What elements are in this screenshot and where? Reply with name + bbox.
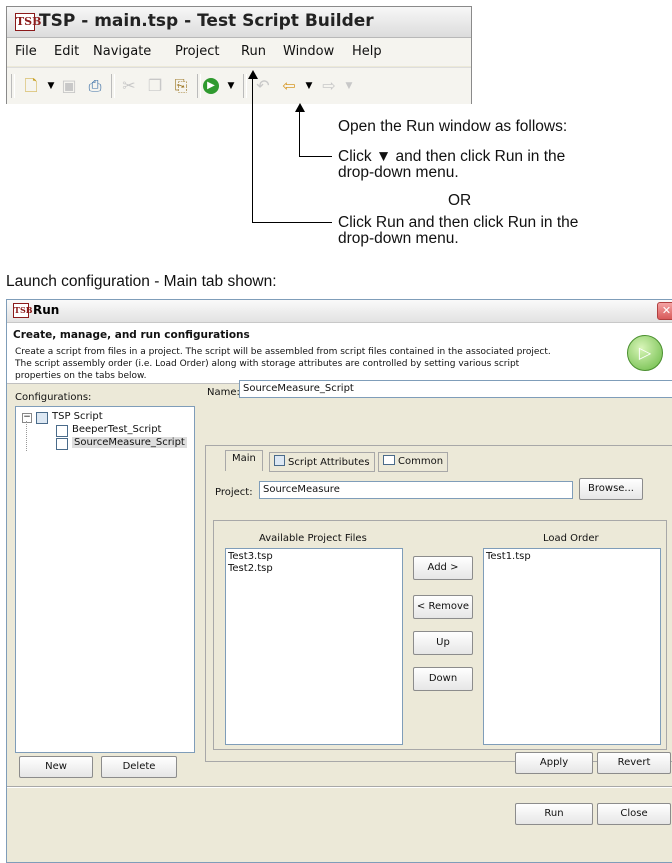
- annotation-or: OR: [448, 192, 472, 209]
- delete-button[interactable]: Delete: [101, 756, 177, 778]
- run-banner-icon: ▷: [627, 335, 663, 371]
- dialog-title: Run: [33, 303, 60, 317]
- apply-button[interactable]: Apply: [515, 752, 593, 774]
- project-field[interactable]: SourceMeasure: [259, 481, 573, 499]
- menu-project[interactable]: Project: [175, 44, 219, 59]
- dialog-title-bar: TSB Run ✕: [7, 300, 672, 323]
- script-attributes-icon: [274, 455, 285, 466]
- close-button[interactable]: Close: [597, 803, 671, 825]
- tree-item-beepertest[interactable]: BeeperTest_Script: [72, 424, 161, 435]
- tab-main-label: Main: [232, 453, 256, 464]
- forward-dropdown-icon[interactable]: ▼: [339, 76, 359, 96]
- callout-line-run-dropdown-h: [299, 156, 332, 157]
- remove-button[interactable]: < Remove: [413, 595, 473, 619]
- menu-bar: File Edit Navigate Project Run Window He…: [7, 38, 471, 66]
- tree-line: [26, 421, 27, 451]
- project-value: SourceMeasure: [263, 484, 340, 495]
- callout-line-run-dropdown: [299, 111, 300, 157]
- tab-common[interactable]: Common: [378, 452, 449, 472]
- menu-navigate[interactable]: Navigate: [93, 44, 151, 59]
- arrowhead-run-dropdown: [295, 103, 305, 112]
- new-file-icon[interactable]: 🗋: [21, 76, 41, 96]
- collapse-icon[interactable]: −: [22, 413, 32, 423]
- menu-help[interactable]: Help: [352, 44, 382, 59]
- toolbar-separator: [197, 74, 201, 98]
- close-icon[interactable]: ✕: [657, 302, 672, 320]
- configurations-label: Configurations:: [15, 392, 92, 403]
- menu-run[interactable]: Run: [241, 44, 266, 59]
- tsb-main-window: TSB TSP - main.tsp - Test Script Builder…: [6, 6, 472, 104]
- save-icon[interactable]: ▣: [59, 76, 79, 96]
- tsb-logo-icon: TSB: [15, 13, 41, 31]
- name-value: SourceMeasure_Script: [243, 383, 354, 394]
- paste-icon[interactable]: ⎘: [171, 76, 191, 96]
- project-label: Project:: [215, 487, 253, 498]
- banner-desc-line2: The script assembly order (i.e. Load Ord…: [15, 359, 520, 369]
- window-title-bar: TSB TSP - main.tsp - Test Script Builder: [7, 7, 471, 38]
- name-label: Name:: [207, 387, 240, 398]
- menu-edit[interactable]: Edit: [54, 44, 79, 59]
- tsp-script-icon: [36, 412, 48, 424]
- back-icon[interactable]: ⇦: [279, 76, 299, 96]
- menu-window[interactable]: Window: [283, 44, 334, 59]
- forward-icon[interactable]: ⇨: [319, 76, 339, 96]
- name-field[interactable]: SourceMeasure_Script: [239, 380, 672, 398]
- toolbar-separator: [111, 74, 115, 98]
- caption: Launch configuration - Main tab shown:: [6, 273, 277, 290]
- tsb-logo-icon: TSB: [13, 303, 33, 318]
- revert-button[interactable]: Revert: [597, 752, 671, 774]
- back-dropdown-icon[interactable]: ▼: [299, 76, 319, 96]
- toolbar: 🗋 ▼ ▣ ⎙ ✂ ❐ ⎘ ▶ ▼ ↶ ⇦ ▼ ⇨ ▼: [7, 67, 471, 104]
- callout-line-run-menu: [252, 78, 253, 223]
- down-button[interactable]: Down: [413, 667, 473, 691]
- callout-line-run-menu-h: [252, 222, 332, 223]
- annotation-option2-line1: Click Run and then click Run in the: [338, 214, 579, 231]
- last-edit-icon[interactable]: ↶: [253, 76, 273, 96]
- annotation-intro: Open the Run window as follows:: [338, 118, 568, 135]
- tab-script-attributes-label: Script Attributes: [288, 457, 370, 468]
- available-files-label: Available Project Files: [259, 533, 367, 544]
- toolbar-separator: [11, 74, 15, 98]
- load-order-item[interactable]: Test1.tsp: [486, 551, 531, 562]
- banner-title: Create, manage, and run configurations: [13, 329, 250, 341]
- menu-file[interactable]: File: [15, 44, 37, 59]
- add-button[interactable]: Add >: [413, 556, 473, 580]
- up-button[interactable]: Up: [413, 631, 473, 655]
- annotation-option1-line1: Click ▼ and then click Run in the: [338, 148, 566, 165]
- configurations-tree[interactable]: − TSP Script BeeperTest_Script SourceMea…: [15, 406, 195, 753]
- run-icon[interactable]: ▶: [203, 78, 219, 94]
- common-icon: [383, 455, 395, 465]
- divider: [7, 786, 672, 788]
- annotation-option1-line2: drop-down menu.: [338, 164, 459, 181]
- available-file-item[interactable]: Test3.tsp: [228, 551, 273, 562]
- tab-main[interactable]: Main: [225, 450, 263, 471]
- load-order-label: Load Order: [543, 533, 599, 544]
- dialog-banner: Create, manage, and run configurations C…: [7, 323, 672, 384]
- new-dropdown-icon[interactable]: ▼: [41, 76, 61, 96]
- available-file-item[interactable]: Test2.tsp: [228, 563, 273, 574]
- arrowhead-run-menu: [248, 70, 258, 79]
- tab-script-attributes[interactable]: Script Attributes: [269, 452, 375, 472]
- banner-desc-line1: Create a script from files in a project.…: [15, 347, 551, 357]
- banner-desc-line3: properties on the tabs below.: [15, 371, 147, 381]
- window-title: TSP - main.tsp - Test Script Builder: [39, 11, 374, 31]
- run-dialog: TSB Run ✕ Create, manage, and run config…: [6, 299, 672, 863]
- tab-common-label: Common: [398, 456, 444, 467]
- print-icon[interactable]: ⎙: [85, 76, 105, 96]
- tree-item-sourcemeasure[interactable]: SourceMeasure_Script: [72, 437, 187, 448]
- available-files-list[interactable]: Test3.tsp Test2.tsp: [225, 548, 403, 745]
- cut-icon[interactable]: ✂: [119, 76, 139, 96]
- copy-icon[interactable]: ❐: [145, 76, 165, 96]
- run-button[interactable]: Run: [515, 803, 593, 825]
- new-button[interactable]: New: [19, 756, 93, 778]
- browse-button[interactable]: Browse...: [579, 478, 643, 500]
- annotation-option2-line2: drop-down menu.: [338, 230, 459, 247]
- script-config-icon: [56, 425, 68, 437]
- script-config-icon: [56, 438, 68, 450]
- run-dropdown-icon[interactable]: ▼: [221, 76, 241, 96]
- toolbar-separator: [243, 74, 247, 98]
- tree-root-label[interactable]: TSP Script: [52, 411, 103, 422]
- load-order-list[interactable]: Test1.tsp: [483, 548, 661, 745]
